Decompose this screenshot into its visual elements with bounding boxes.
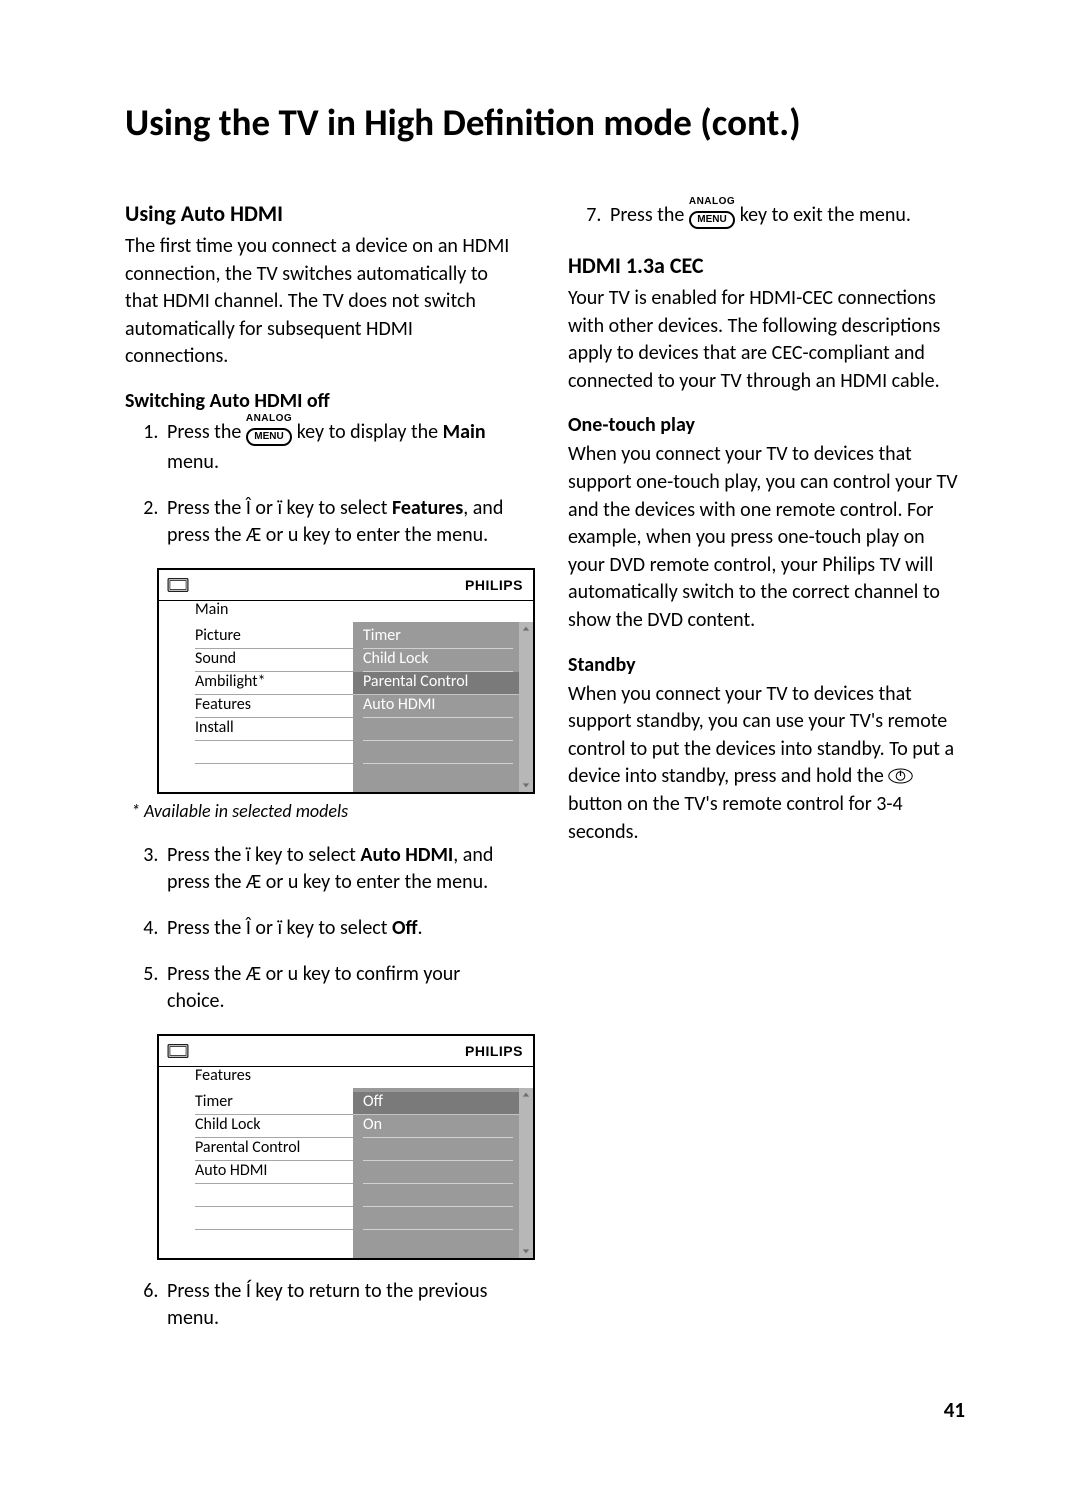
heading-using-auto-hdmi: Using Auto HDMI (125, 200, 520, 227)
step-1: Press the ANALOG MENU key to display the… (163, 417, 520, 477)
list-item-selected: Parental Control (353, 672, 519, 695)
heading-one-touch: One-touch play (568, 413, 963, 437)
osd-right-col: Timer Child Lock Parental Control Auto H… (353, 622, 519, 792)
brand-label: PHILIPS (465, 577, 523, 593)
list-item: Auto HDMI (195, 1161, 353, 1184)
step-2: Press the Î or ï key to select Features,… (163, 495, 520, 550)
heading-standby: Standby (568, 653, 963, 677)
osd-scrollbar (519, 1088, 533, 1258)
heading-switching-off: Switching Auto HDMI off (125, 389, 520, 413)
osd-header: PHILIPS (159, 570, 533, 601)
chevron-down-icon (522, 1247, 530, 1255)
paragraph-auto-hdmi-intro: The first time you connect a device on a… (125, 233, 520, 371)
menu-key-icon: ANALOG MENU (246, 414, 292, 446)
steps-switch-off: Press the ANALOG MENU key to display the… (125, 417, 520, 550)
osd-title: Main (159, 600, 533, 621)
step-3: Press the ï key to select Auto HDMI, and… (163, 842, 520, 897)
paragraph-cec: Your TV is enabled for HDMI-CEC connecti… (568, 285, 963, 395)
chevron-up-icon (522, 625, 530, 633)
steps-switch-off-cont2: Press the Í key to return to the previou… (125, 1278, 520, 1333)
osd-left-col: Timer Child Lock Parental Control Auto H… (195, 1088, 353, 1258)
paragraph-standby: When you connect your TV to devices that… (568, 681, 963, 847)
list-item: Auto HDMI (363, 695, 513, 718)
heading-hdmi-cec: HDMI 1.3a CEC (568, 252, 963, 279)
tv-icon (167, 1042, 189, 1060)
list-item: Child Lock (195, 1115, 353, 1138)
step-4: Press the Î or ï key to select Off. (163, 915, 520, 943)
brand-label: PHILIPS (465, 1043, 523, 1059)
osd-scrollbar (519, 622, 533, 792)
step-5: Press the Æ or u key to confirm your cho… (163, 961, 520, 1016)
osd-header: PHILIPS (159, 1036, 533, 1067)
left-column: Using Auto HDMI The first time you conne… (125, 200, 520, 1351)
steps-switch-off-cont3: Press the ANALOG MENU key to exit the me… (568, 200, 963, 232)
list-item: Picture (195, 626, 353, 649)
osd-left-col: Picture Sound Ambilight* Features Instal… (195, 622, 353, 792)
osd-title: Features (159, 1066, 533, 1087)
list-item: Ambilight* (195, 672, 353, 695)
right-column: Press the ANALOG MENU key to exit the me… (568, 200, 963, 1351)
steps-switch-off-cont: Press the ï key to select Auto HDMI, and… (125, 842, 520, 1016)
osd-right-col: Off On (353, 1088, 519, 1258)
paragraph-one-touch: When you connect your TV to devices that… (568, 441, 963, 634)
menu-key-icon: ANALOG MENU (689, 197, 735, 229)
tv-icon (167, 576, 189, 594)
list-item: Child Lock (363, 649, 513, 672)
footnote: * Available in selected models (131, 800, 520, 822)
list-item: On (363, 1115, 513, 1138)
page-title: Using the TV in High Definition mode (co… (125, 100, 970, 145)
list-item: Features (195, 695, 353, 718)
list-item: Timer (195, 1092, 353, 1115)
osd-features-menu: PHILIPS Features Timer Child Lock Parent… (157, 1034, 535, 1260)
list-item-selected: Off (353, 1092, 519, 1115)
power-icon (888, 768, 913, 784)
page-number: 41 (944, 1397, 965, 1423)
list-item: Install (195, 718, 353, 741)
chevron-down-icon (522, 781, 530, 789)
list-item: Timer (363, 626, 513, 649)
step-6: Press the Í key to return to the previou… (163, 1278, 520, 1333)
list-item: Sound (195, 649, 353, 672)
osd-main-menu: PHILIPS Main Picture Sound Ambilight* Fe… (157, 568, 535, 794)
step-7: Press the ANALOG MENU key to exit the me… (606, 200, 963, 232)
chevron-up-icon (522, 1091, 530, 1099)
list-item: Parental Control (195, 1138, 353, 1161)
